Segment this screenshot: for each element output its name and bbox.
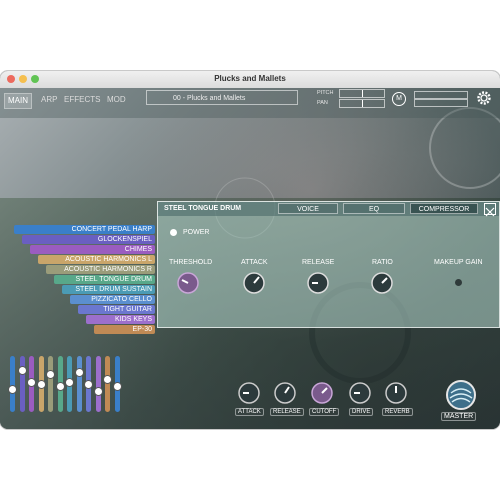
makeup-gain-label: MAKEUP GAIN [434,259,483,266]
master-label: MASTER [441,412,477,421]
instrument-item[interactable]: STEEL DRUM SUSTAIN [62,285,155,294]
fader-handle[interactable] [36,380,46,389]
tab-voice[interactable]: VOICE [278,203,338,214]
threshold-knob[interactable] [177,272,199,294]
release-label-bottom: RELEASE [270,408,304,416]
fader-handle[interactable] [8,385,17,394]
mixer-fader[interactable] [93,356,103,412]
pan-label: PAN [317,100,328,106]
release-label: RELEASE [302,259,335,266]
attack-knob-bottom[interactable] [238,382,260,404]
fader-handle[interactable] [46,370,55,379]
top-bar: MAIN ARP EFFECTS MOD 00 - Plucks and Mal… [0,88,500,118]
drive-label-bottom: DRIVE [349,408,374,416]
instrument-item[interactable]: KIDS KEYS [86,315,155,324]
instrument-item[interactable]: CHIMES [30,245,155,254]
mixer-fader[interactable] [84,356,93,412]
reverb-knob-bottom[interactable] [385,382,407,404]
ratio-knob[interactable] [371,272,393,294]
mixer-fader[interactable] [65,356,74,412]
release-knob-bottom[interactable] [274,382,296,404]
fader-handle[interactable] [55,382,65,391]
mixer-fader[interactable] [55,356,65,412]
fader-handle[interactable] [74,368,84,377]
mixer-fader[interactable] [103,356,112,412]
power-toggle[interactable] [170,229,177,236]
fader-handle[interactable] [103,375,112,384]
instrument-item[interactable]: PIZZICATO CELLO [70,295,155,304]
panel-header: STEEL TONGUE DRUM VOICE EQ COMPRESSOR [158,202,499,217]
attack-label: ATTACK [241,259,268,266]
threshold-label: THRESHOLD [169,259,213,266]
instrument-item[interactable]: ACOUSTIC HARMONICS L [38,255,155,264]
pitch-slider[interactable] [339,89,385,98]
pitch-label: PITCH [317,90,334,96]
instrument-item[interactable]: ACOUSTIC HARMONICS R [46,265,155,274]
level-meter-top [414,91,468,99]
instrument-item[interactable]: EP-30 [94,325,155,334]
close-icon[interactable] [484,203,496,217]
attack-knob[interactable] [243,272,265,294]
gear-icon[interactable] [476,90,492,106]
panel-title: STEEL TONGUE DRUM [164,205,242,212]
drive-knob-bottom[interactable] [349,382,371,404]
compressor-panel: STEEL TONGUE DRUM VOICE EQ COMPRESSOR PO… [157,201,500,328]
plugin-ui: MAIN ARP EFFECTS MOD 00 - Plucks and Mal… [0,88,500,429]
level-meter-bottom [414,99,468,107]
mixer-fader[interactable] [36,356,46,412]
fader-handle[interactable] [84,380,93,389]
reverb-label-bottom: REVERB [382,408,413,416]
power-label: POWER [183,229,210,236]
instrument-item[interactable]: TIGHT GUITAR [78,305,155,314]
fader-handle[interactable] [17,366,27,375]
ratio-label: RATIO [372,259,393,266]
tab-eq[interactable]: EQ [343,203,405,214]
mixer-fader[interactable] [74,356,84,412]
release-knob[interactable] [307,272,329,294]
instrument-item[interactable]: STEEL TONGUE DRUM [54,275,155,284]
window-title: Plucks and Mallets [214,74,286,83]
tab-arp[interactable]: ARP [38,93,60,107]
tab-mod[interactable]: MOD [104,93,129,107]
fader-handle[interactable] [65,378,74,387]
tab-main[interactable]: MAIN [4,93,32,109]
m-button[interactable]: M [392,92,406,106]
mixer-fader[interactable] [27,356,36,412]
app-window: Plucks and Mallets MAIN ARP EFFECTS MOD … [0,71,500,429]
tab-effects[interactable]: EFFECTS [61,93,103,107]
preset-selector[interactable]: 00 - Plucks and Mallets [146,90,298,105]
title-bar: Plucks and Mallets [0,71,500,89]
tab-compressor[interactable]: COMPRESSOR [410,203,478,214]
instrument-item[interactable]: GLOCKENSPIEL [22,235,155,244]
fader-handle[interactable] [27,378,36,387]
fader-handle[interactable] [112,382,122,391]
mixer-fader[interactable] [8,356,17,412]
pan-slider[interactable] [339,99,385,108]
mixer-fader[interactable] [112,356,122,412]
fader-handle[interactable] [93,387,103,396]
master-knob[interactable] [445,379,477,411]
makeup-gain-knob[interactable] [455,279,462,286]
instrument-item[interactable]: CONCERT PEDAL HARP [14,225,155,234]
attack-label-bottom: ATTACK [235,408,264,416]
cutoff-knob-bottom[interactable] [311,382,333,404]
mixer-fader[interactable] [17,356,27,412]
cutoff-label-bottom: CUTOFF [309,408,340,416]
mixer-fader[interactable] [46,356,55,412]
